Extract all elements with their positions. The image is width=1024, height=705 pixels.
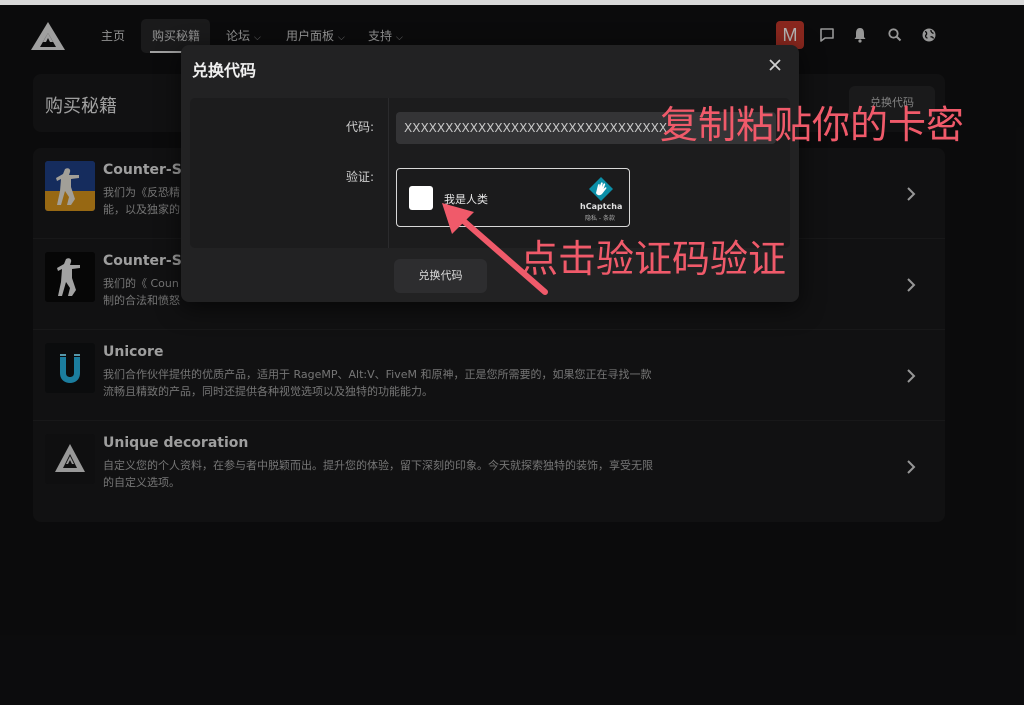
hcaptcha-brand: hCaptcha — [580, 202, 623, 211]
hcaptcha-logo-icon — [589, 177, 613, 201]
arrow-icon — [442, 203, 548, 295]
paste-hint-annotation: 复制粘贴你的卡密 — [660, 103, 965, 147]
modal-title: 兑换代码 — [192, 61, 257, 80]
verify-label: 验证: — [346, 170, 375, 184]
close-icon[interactable] — [767, 57, 783, 73]
form-divider — [388, 98, 389, 248]
code-label: 代码: — [346, 120, 375, 134]
hcaptcha-privacy-terms[interactable]: 隐私 - 条款 — [585, 213, 615, 222]
